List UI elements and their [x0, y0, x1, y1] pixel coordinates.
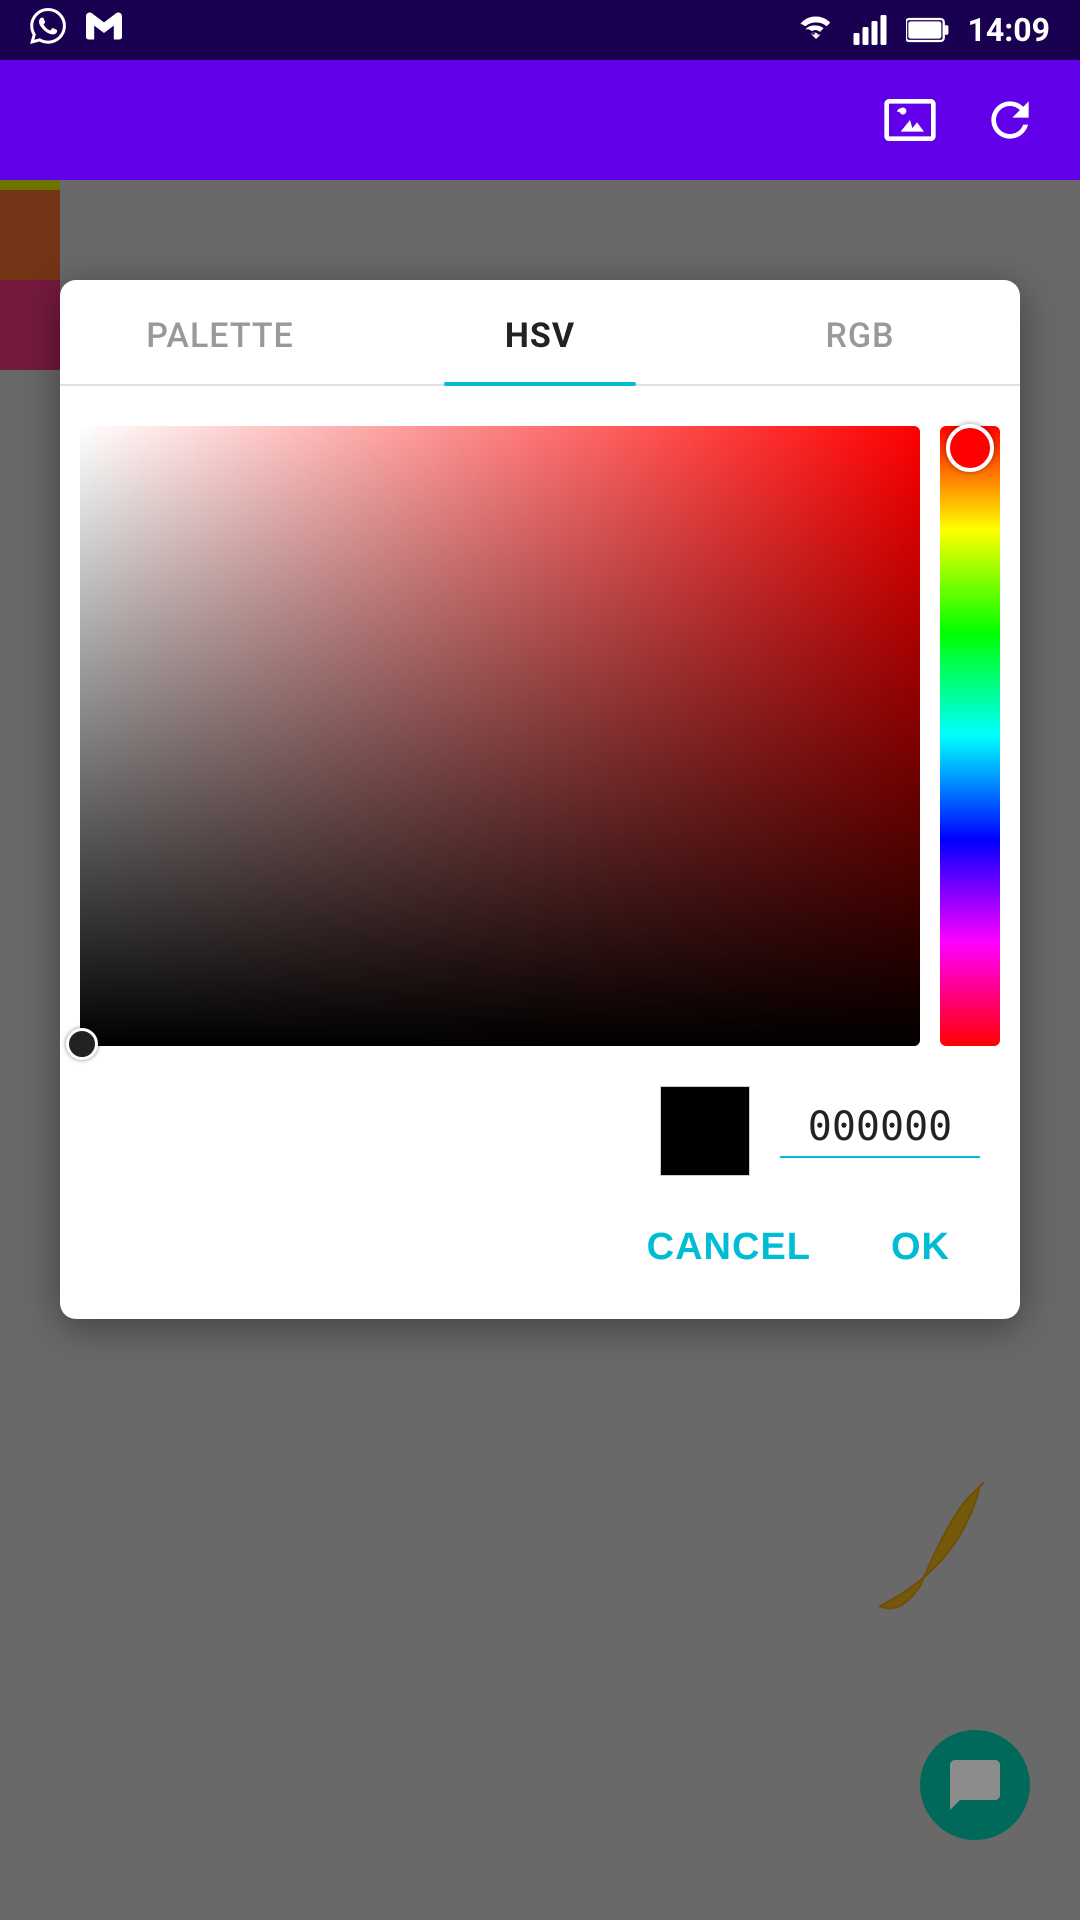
ok-label: OK	[891, 1226, 950, 1268]
status-bar-left	[30, 8, 122, 52]
ok-button[interactable]: OK	[871, 1216, 970, 1279]
color-bottom-area	[60, 1046, 1020, 1176]
tab-hsv[interactable]: HSV	[380, 280, 700, 384]
cancel-label: CANCEL	[647, 1226, 811, 1268]
status-bar: 14:09	[0, 0, 1080, 60]
whatsapp-icon	[30, 8, 66, 52]
wifi-icon	[798, 12, 834, 48]
palette-tab-label: PALETTE	[146, 316, 294, 356]
gallery-button[interactable]	[870, 80, 950, 160]
refresh-button[interactable]	[970, 80, 1050, 160]
gmail-icon	[86, 8, 122, 52]
hue-strip[interactable]	[940, 426, 1000, 1046]
tab-rgb[interactable]: RGB	[700, 280, 1020, 384]
hsv-cursor[interactable]	[66, 1028, 98, 1060]
app-toolbar	[0, 60, 1080, 180]
dialog-buttons: CANCEL OK	[60, 1176, 1020, 1279]
status-bar-right: 14:09	[798, 11, 1050, 49]
rgb-tab-label: RGB	[825, 316, 894, 356]
color-picker-tabs: PALETTE HSV RGB	[60, 280, 1020, 386]
cancel-button[interactable]: CANCEL	[627, 1216, 831, 1279]
hsv-picker-area	[60, 426, 1020, 1046]
signal-icon	[852, 12, 888, 48]
hex-input[interactable]	[780, 1104, 980, 1158]
tab-palette[interactable]: PALETTE	[60, 280, 380, 384]
color-picker-dialog: PALETTE HSV RGB CANCEL OK	[60, 280, 1020, 1319]
hsv-tab-label: HSV	[505, 316, 575, 356]
hsv-gradient-box[interactable]	[80, 426, 920, 1046]
time-display: 14:09	[968, 11, 1050, 49]
gallery-icon	[882, 92, 938, 148]
hue-cursor[interactable]	[946, 424, 994, 472]
refresh-icon	[982, 92, 1038, 148]
hue-strip-container[interactable]	[940, 426, 1000, 1046]
battery-icon	[906, 12, 950, 48]
color-preview	[660, 1086, 750, 1176]
